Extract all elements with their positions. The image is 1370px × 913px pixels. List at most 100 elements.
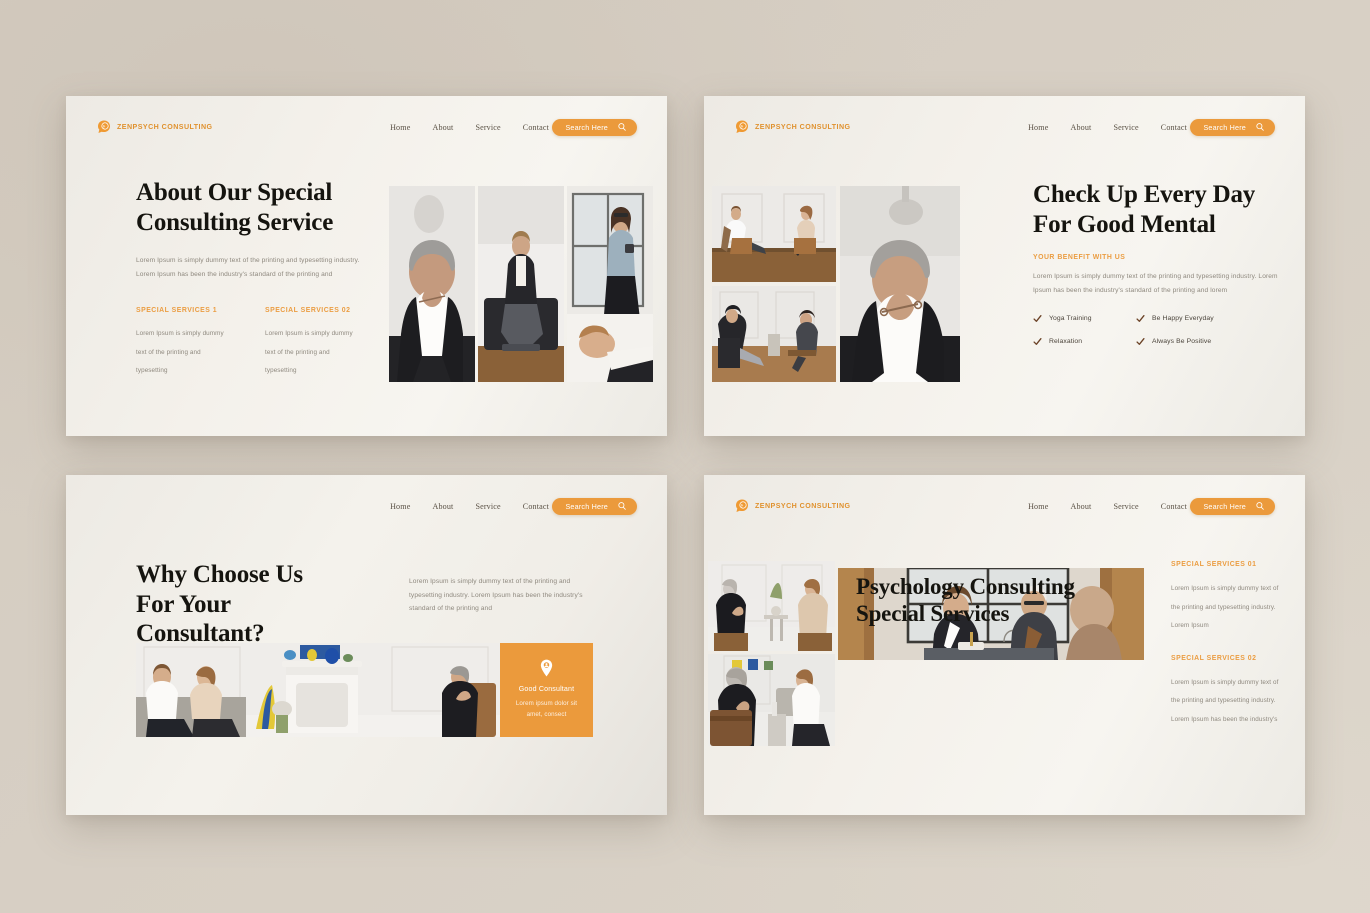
slide-about-our-special-consulting-service[interactable]: ZENPSYCH CONSULTING Home About Service C… [66, 96, 667, 436]
benefit-label: Relaxation [1049, 338, 1083, 346]
service-text: Lorem Ipsum is simply dummy text of the … [1171, 585, 1279, 630]
search-icon [618, 123, 626, 131]
page-title: Why Choose Us For Your Consultant? [136, 561, 303, 647]
photo-counselling-room [136, 643, 500, 737]
search-icon [1256, 123, 1264, 131]
location-pin-icon [540, 659, 553, 677]
benefits-list: Yoga Training Be Happy Everyday Relaxati… [1033, 314, 1278, 346]
navigation-bar: ZENPSYCH CONSULTING Home About Service C… [704, 116, 1305, 138]
card-title: Good Consultant [518, 685, 575, 694]
navigation-bar: ZENPSYCH CONSULTING Home About Service C… [704, 495, 1305, 517]
check-mark-icon [1033, 315, 1042, 323]
nav-links: Home About Service Contact [1028, 502, 1187, 511]
nav-link-service[interactable]: Service [1113, 502, 1138, 511]
benefit-label: Yoga Training [1049, 315, 1092, 323]
photo-man-on-sofa [478, 186, 564, 382]
slide3-heading-block: Why Choose Us For Your Consultant? [136, 560, 336, 649]
slide-check-up-every-day[interactable]: ZENPSYCH CONSULTING Home About Service C… [704, 96, 1305, 436]
search-button[interactable]: Search Here [1190, 497, 1275, 515]
nav-links: Home About Service Contact [390, 502, 549, 511]
nav-link-service[interactable]: Service [475, 123, 500, 132]
nav-link-service[interactable]: Service [1113, 123, 1138, 132]
head-profile-icon [736, 499, 748, 512]
brand-logo[interactable]: ZENPSYCH CONSULTING [96, 119, 213, 135]
service-block: SPECIAL SERVICES 01 Lorem Ipsum is simpl… [1171, 561, 1281, 633]
search-button[interactable]: Search Here [552, 497, 637, 515]
search-button-label: Search Here [565, 501, 608, 511]
service-column: SPECIAL SERVICES 1 Lorem Ipsum is simply… [136, 307, 232, 378]
photo-man-and-woman-consultation [708, 654, 835, 746]
photo-therapy-two-men [712, 286, 836, 382]
slide2-copy-block: Check Up Every Day For Good Mental YOUR … [1033, 180, 1278, 346]
benefit-item: Be Happy Everyday [1136, 314, 1278, 323]
benefit-label: Always Be Positive [1152, 338, 1212, 346]
photo-two-women-talking [708, 561, 835, 651]
nav-link-about[interactable]: About [432, 123, 453, 132]
benefit-item: Relaxation [1033, 337, 1136, 346]
slide1-paragraph: Lorem Ipsum is simply dummy text of the … [136, 257, 360, 278]
nav-link-contact[interactable]: Contact [523, 502, 549, 511]
slide-psychology-consulting-services[interactable]: ZENPSYCH CONSULTING Home About Service C… [704, 475, 1305, 815]
slide3-media-row: Good Consultant Lorem ipsum dolor sit am… [136, 643, 593, 737]
brand-name: ZENPSYCH CONSULTING [755, 123, 851, 131]
service-title: SPECIAL SERVICES 1 [136, 307, 218, 315]
slide2-paragraph: Lorem Ipsum is simply dummy text of the … [1033, 273, 1278, 294]
nav-links: Home About Service Contact [390, 123, 549, 132]
page-title: About Our Special Consulting Service [136, 179, 334, 236]
nav-links: Home About Service Contact [1028, 123, 1187, 132]
navigation-bar: Home About Service Contact Search Here [66, 495, 667, 517]
service-title: SPECIAL SERVICES 01 [1171, 561, 1257, 568]
head-profile-icon [98, 120, 110, 133]
service-text: Lorem Ipsum is simply dummy text of the … [1171, 678, 1279, 723]
nav-link-home[interactable]: Home [390, 502, 410, 511]
slide1-photo-gallery [389, 186, 653, 382]
benefit-label: Be Happy Everyday [1152, 315, 1214, 323]
slide2-eyebrow: YOUR BENEFIT WITH US [1033, 254, 1126, 261]
slide4-services-list: SPECIAL SERVICES 01 Lorem Ipsum is simpl… [1171, 561, 1281, 727]
photo-two-people-session [712, 186, 836, 282]
service-title: SPECIAL SERVICES 02 [1171, 654, 1257, 662]
photo-woman-with-glasses [389, 186, 475, 382]
nav-link-service[interactable]: Service [475, 502, 500, 511]
service-column: SPECIAL SERVICES 02 Lorem Ipsum is simpl… [265, 307, 361, 378]
nav-link-about[interactable]: About [1070, 502, 1091, 511]
nav-link-home[interactable]: Home [1028, 123, 1048, 132]
service-title: SPECIAL SERVICES 02 [265, 307, 351, 315]
nav-link-home[interactable]: Home [390, 123, 410, 132]
slide1-copy-block: About Our Special Consulting Service Lor… [136, 178, 361, 378]
service-text: Lorem Ipsum is simply dummy text of the … [265, 330, 353, 375]
brand-logo[interactable]: ZENPSYCH CONSULTING [734, 119, 851, 135]
nav-link-contact[interactable]: Contact [1161, 502, 1187, 511]
brand-name: ZENPSYCH CONSULTING [755, 502, 851, 510]
search-button-label: Search Here [1203, 501, 1246, 511]
slide-why-choose-us[interactable]: Home About Service Contact Search Here W… [66, 475, 667, 815]
service-text: Lorem Ipsum is simply dummy text of the … [136, 330, 224, 375]
photo-woman-by-window [567, 186, 653, 382]
photo-woman-with-glasses [840, 186, 960, 382]
service-block: SPECIAL SERVICES 02 Lorem Ipsum is simpl… [1171, 655, 1281, 727]
nav-link-about[interactable]: About [432, 502, 453, 511]
check-mark-icon [1033, 338, 1042, 346]
nav-link-about[interactable]: About [1070, 123, 1091, 132]
search-icon [618, 502, 626, 510]
search-button[interactable]: Search Here [552, 118, 637, 136]
check-mark-icon [1136, 338, 1145, 346]
benefit-item: Always Be Positive [1136, 337, 1278, 346]
page-title: Psychology Consulting Special Services [856, 574, 1075, 627]
navigation-bar: ZENPSYCH CONSULTING Home About Service C… [66, 116, 667, 138]
search-icon [1256, 502, 1264, 510]
slide3-paragraph-block: Lorem Ipsum is simply dummy text of the … [409, 575, 599, 616]
slide1-service-columns: SPECIAL SERVICES 1 Lorem Ipsum is simply… [136, 307, 361, 378]
search-button-label: Search Here [1203, 122, 1246, 132]
nav-link-contact[interactable]: Contact [523, 123, 549, 132]
brand-name: ZENPSYCH CONSULTING [117, 123, 213, 131]
card-text: Lorem ipsum dolor sit amet, consect [515, 700, 578, 718]
nav-link-home[interactable]: Home [1028, 502, 1048, 511]
slide4-heading-block: Psychology Consulting Special Services [856, 573, 1116, 627]
search-button[interactable]: Search Here [1190, 118, 1275, 136]
good-consultant-card[interactable]: Good Consultant Lorem ipsum dolor sit am… [500, 643, 593, 737]
benefit-item: Yoga Training [1033, 314, 1136, 323]
brand-logo[interactable]: ZENPSYCH CONSULTING [734, 498, 851, 514]
nav-link-contact[interactable]: Contact [1161, 123, 1187, 132]
page-title: Check Up Every Day For Good Mental [1033, 181, 1256, 238]
